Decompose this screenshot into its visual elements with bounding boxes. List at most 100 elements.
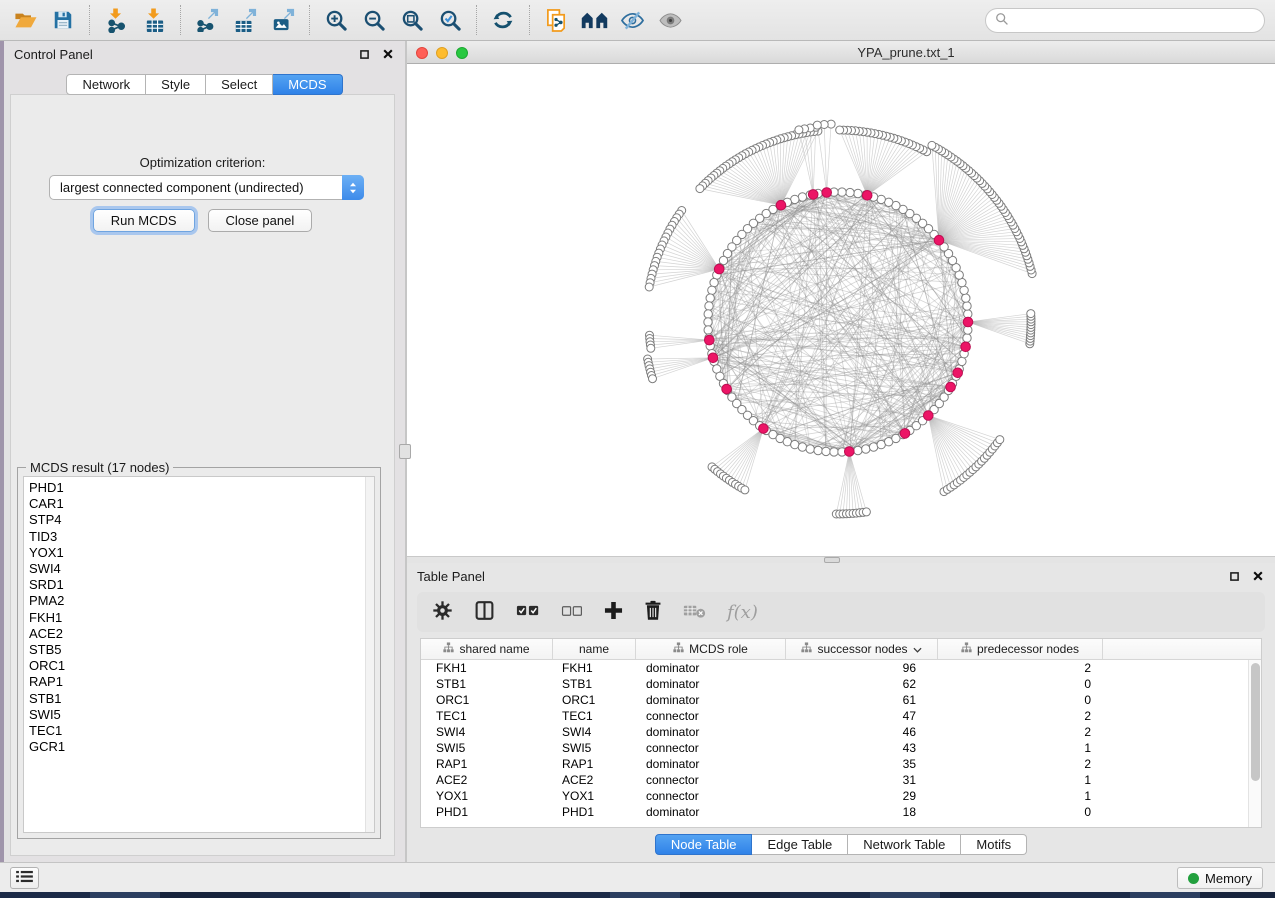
settings-button[interactable] [432, 600, 453, 624]
zoom-fit-button[interactable] [393, 3, 431, 37]
mcds-result-item[interactable]: TEC1 [29, 723, 374, 739]
mcds-result-item[interactable]: ORC1 [29, 658, 374, 674]
cell-successor-nodes[interactable]: 31 [786, 772, 938, 788]
mcds-result-list[interactable]: PHD1CAR1STP4TID3YOX1SWI4SRD1PMA2FKH1ACE2… [23, 476, 375, 833]
cell-name[interactable]: SWI4 [553, 724, 636, 740]
cell-shared-name[interactable]: SWI5 [421, 740, 553, 756]
cell-shared-name[interactable]: PHD1 [421, 804, 553, 820]
import-table-button[interactable] [135, 3, 173, 37]
cell-shared-name[interactable]: FKH1 [421, 660, 553, 676]
cell-shared-name[interactable]: TEC1 [421, 708, 553, 724]
table-tab-motifs[interactable]: Motifs [961, 834, 1027, 855]
table-tab-edge-table[interactable]: Edge Table [752, 834, 848, 855]
select-all-button[interactable] [516, 603, 540, 621]
cell-predecessor-nodes[interactable]: 2 [938, 724, 1103, 740]
tab-style[interactable]: Style [146, 74, 206, 95]
close-panel-button[interactable]: Close panel [208, 209, 313, 232]
hide-selected-button[interactable] [613, 3, 651, 37]
cell-name[interactable]: STB1 [553, 676, 636, 692]
cell-name[interactable]: SWI5 [553, 740, 636, 756]
deselect-all-button[interactable] [561, 604, 583, 621]
cell-successor-nodes[interactable]: 61 [786, 692, 938, 708]
zoom-out-button[interactable] [355, 3, 393, 37]
cell-predecessor-nodes[interactable]: 0 [938, 692, 1103, 708]
column-header-predecessor-nodes[interactable]: predecessor nodes [938, 639, 1103, 659]
table-row[interactable]: FKH1FKH1dominator962 [421, 660, 1248, 676]
first-neighbors-button[interactable] [575, 3, 613, 37]
vertical-splitter-grip[interactable] [399, 444, 411, 459]
float-panel-icon[interactable] [357, 47, 371, 61]
refresh-layout-button[interactable] [484, 3, 522, 37]
mcds-result-item[interactable]: YOX1 [29, 545, 374, 561]
cell-successor-nodes[interactable]: 29 [786, 788, 938, 804]
cell-mcds-role[interactable]: connector [636, 708, 786, 724]
cell-successor-nodes[interactable]: 62 [786, 676, 938, 692]
cell-name[interactable]: ORC1 [553, 692, 636, 708]
cell-name[interactable]: FKH1 [553, 660, 636, 676]
import-network-button[interactable] [97, 3, 135, 37]
minimize-window-button[interactable] [436, 47, 448, 59]
cell-shared-name[interactable]: SWI4 [421, 724, 553, 740]
zoom-selected-button[interactable] [431, 3, 469, 37]
cell-mcds-role[interactable]: connector [636, 772, 786, 788]
cell-mcds-role[interactable]: connector [636, 740, 786, 756]
show-all-button[interactable] [651, 3, 689, 37]
export-image-button[interactable] [264, 3, 302, 37]
cell-mcds-role[interactable]: dominator [636, 804, 786, 820]
cell-successor-nodes[interactable]: 46 [786, 724, 938, 740]
table-tab-network-table[interactable]: Network Table [848, 834, 961, 855]
cell-successor-nodes[interactable]: 35 [786, 756, 938, 772]
cell-shared-name[interactable]: RAP1 [421, 756, 553, 772]
cell-name[interactable]: PHD1 [553, 804, 636, 820]
close-panel-icon[interactable] [381, 47, 395, 61]
column-header-name[interactable]: name [553, 639, 636, 659]
table-row[interactable]: ORC1ORC1dominator610 [421, 692, 1248, 708]
close-window-button[interactable] [416, 47, 428, 59]
mcds-result-item[interactable]: STP4 [29, 512, 374, 528]
mcds-list-scrollbar[interactable] [365, 477, 374, 832]
cell-mcds-role[interactable]: dominator [636, 756, 786, 772]
table-row[interactable]: SWI5SWI5connector431 [421, 740, 1248, 756]
cell-predecessor-nodes[interactable]: 0 [938, 676, 1103, 692]
float-panel-icon[interactable] [1227, 569, 1241, 583]
table-row[interactable]: RAP1RAP1dominator352 [421, 756, 1248, 772]
horizontal-splitter[interactable] [407, 556, 1275, 563]
cell-name[interactable]: ACE2 [553, 772, 636, 788]
show-columns-button[interactable] [474, 600, 495, 624]
table-scrollbar[interactable] [1248, 660, 1261, 827]
table-row[interactable]: PHD1PHD1dominator180 [421, 804, 1248, 820]
tab-mcds[interactable]: MCDS [273, 74, 342, 95]
save-button[interactable] [44, 3, 82, 37]
cell-predecessor-nodes[interactable]: 1 [938, 772, 1103, 788]
search-input[interactable] [1014, 11, 1264, 31]
mcds-result-item[interactable]: GCR1 [29, 739, 374, 755]
column-header-mcds-role[interactable]: MCDS role [636, 639, 786, 659]
cell-successor-nodes[interactable]: 47 [786, 708, 938, 724]
cell-predecessor-nodes[interactable]: 0 [938, 804, 1103, 820]
cell-predecessor-nodes[interactable]: 2 [938, 708, 1103, 724]
table-row[interactable]: STB1STB1dominator620 [421, 676, 1248, 692]
horizontal-splitter-grip[interactable] [824, 557, 840, 563]
task-history-button[interactable] [10, 867, 39, 889]
export-network-button[interactable] [188, 3, 226, 37]
network-snapshot-button[interactable] [537, 3, 575, 37]
add-column-button[interactable] [604, 601, 623, 623]
cell-shared-name[interactable]: YOX1 [421, 788, 553, 804]
column-header-shared-name[interactable]: shared name [421, 639, 553, 659]
cell-name[interactable]: RAP1 [553, 756, 636, 772]
mcds-result-item[interactable]: SRD1 [29, 577, 374, 593]
cell-successor-nodes[interactable]: 43 [786, 740, 938, 756]
mcds-result-item[interactable]: PHD1 [29, 480, 374, 496]
cell-mcds-role[interactable]: dominator [636, 660, 786, 676]
criterion-dropdown[interactable]: largest connected component (undirected) [49, 175, 364, 200]
tab-select[interactable]: Select [206, 74, 273, 95]
cell-predecessor-nodes[interactable]: 1 [938, 740, 1103, 756]
tab-network[interactable]: Network [66, 74, 146, 95]
cell-successor-nodes[interactable]: 18 [786, 804, 938, 820]
mcds-result-item[interactable]: ACE2 [29, 626, 374, 642]
mcds-result-item[interactable]: RAP1 [29, 674, 374, 690]
cell-name[interactable]: YOX1 [553, 788, 636, 804]
table-tab-node-table[interactable]: Node Table [655, 834, 753, 855]
network-canvas[interactable] [407, 64, 1275, 556]
cell-predecessor-nodes[interactable]: 1 [938, 788, 1103, 804]
